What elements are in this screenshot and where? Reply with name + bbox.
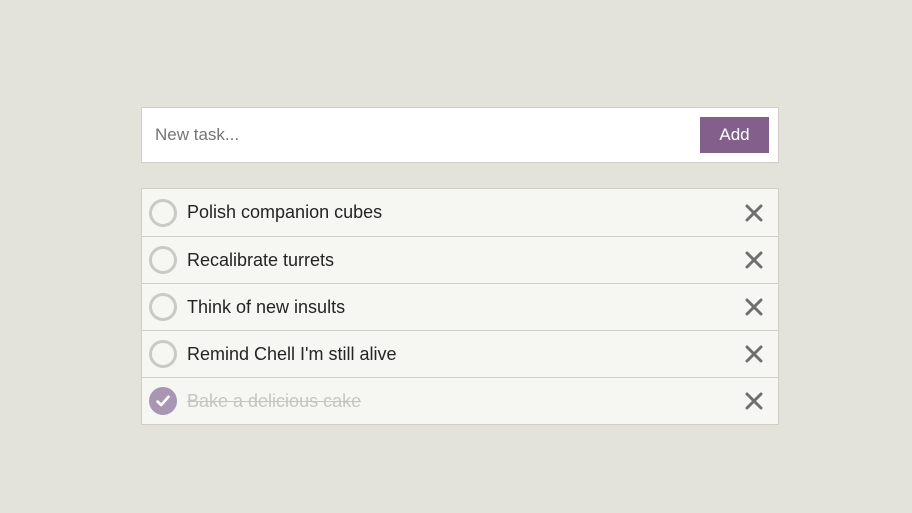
task-item: Recalibrate turrets (142, 236, 778, 283)
task-checkbox[interactable] (149, 246, 177, 274)
todo-app: Add Polish companion cubes Recalibrate t… (141, 107, 779, 425)
remove-task-button[interactable] (742, 295, 766, 319)
close-icon (745, 204, 763, 221)
new-task-bar: Add (141, 107, 779, 163)
task-label: Remind Chell I'm still alive (187, 343, 397, 364)
check-icon (156, 395, 170, 407)
task-label: Recalibrate turrets (187, 249, 335, 270)
new-task-input[interactable] (155, 117, 700, 153)
task-item: Remind Chell I'm still alive (142, 330, 778, 377)
task-label: Think of new insults (187, 296, 346, 317)
close-icon (745, 251, 763, 269)
task-label: Bake a delicious cake (187, 390, 362, 411)
remove-task-button[interactable] (742, 201, 766, 225)
task-item: Polish companion cubes (142, 189, 778, 236)
task-checkbox[interactable] (149, 293, 177, 321)
close-icon (745, 392, 763, 410)
add-button[interactable]: Add (700, 117, 769, 153)
task-list: Polish companion cubes Recalibrate turre… (141, 188, 779, 425)
task-label: Polish companion cubes (187, 202, 383, 222)
task-item: Bake a delicious cake (142, 377, 778, 424)
close-icon (745, 298, 763, 316)
remove-task-button[interactable] (742, 248, 766, 272)
close-icon (745, 345, 763, 363)
remove-task-button[interactable] (742, 389, 766, 413)
remove-task-button[interactable] (742, 342, 766, 366)
task-checkbox[interactable] (149, 387, 177, 415)
task-checkbox[interactable] (149, 340, 177, 368)
task-checkbox[interactable] (149, 198, 177, 227)
task-item: Think of new insults (142, 283, 778, 330)
